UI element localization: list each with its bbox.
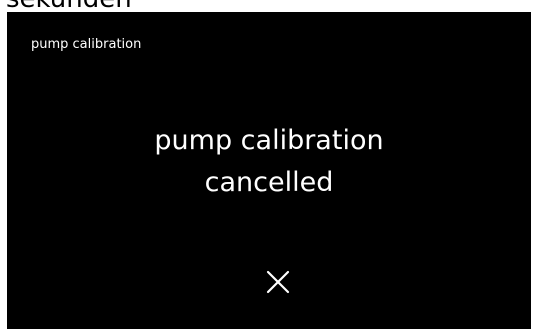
status-message: pump calibration cancelled	[7, 120, 531, 204]
overlay-caption: sekunden	[6, 0, 132, 12]
screen-title: pump calibration	[31, 37, 142, 52]
device-screen: pump calibration pump calibration cancel…	[7, 12, 531, 329]
status-message-line-1: pump calibration	[154, 125, 384, 156]
close-icon	[266, 270, 290, 294]
close-button[interactable]	[260, 264, 296, 300]
status-message-line-2: cancelled	[204, 167, 334, 198]
